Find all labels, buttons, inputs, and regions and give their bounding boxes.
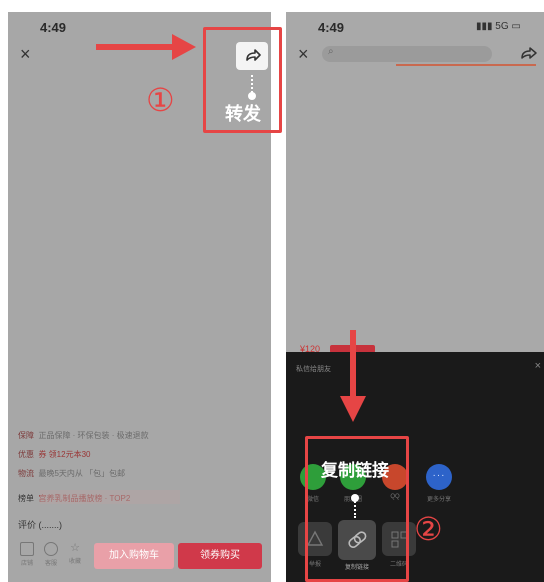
status-time: 4:49 (40, 20, 67, 35)
share-more[interactable]: ··· (426, 464, 452, 490)
ranking-bg (40, 490, 180, 504)
bottom-store[interactable]: 店铺 (14, 542, 40, 567)
share-arrow-icon[interactable] (518, 44, 540, 62)
bottom-favorite[interactable]: ☆ 收藏 (62, 542, 88, 565)
arrow-1 (96, 34, 196, 60)
row-shipping: 物流 最晚5天内从 「包」包邮 (18, 469, 126, 478)
close-icon[interactable]: × (20, 44, 31, 65)
sheet-close-icon[interactable]: × (535, 360, 541, 372)
search-icon: ⌕ (328, 46, 334, 57)
status-time: 4:49 (318, 20, 345, 35)
add-to-cart-button[interactable]: 加入购物车 (94, 543, 174, 569)
sheet-title: 私信给朋友 (296, 366, 331, 373)
more-icon: ··· (432, 470, 446, 481)
store-icon (20, 542, 34, 556)
close-icon[interactable]: × (298, 44, 309, 65)
share-more-label: 更多分享 (426, 497, 451, 503)
highlight-share-box (203, 27, 282, 133)
star-icon: ☆ (70, 542, 80, 554)
search-bar[interactable]: ⌕ (322, 46, 492, 62)
row-coupon[interactable]: 优惠 券 领12元本30 (18, 449, 90, 460)
bottom-service[interactable]: 客服 (38, 542, 64, 567)
orange-bar (396, 64, 536, 66)
service-icon (44, 542, 58, 556)
arrow-2 (340, 330, 366, 422)
signal-status: ▮▮▮ 5G ▭ (476, 21, 521, 32)
step-marker-1: ① (146, 82, 175, 118)
step-marker-2: ② (414, 511, 443, 547)
row-guarantee: 保障 正品保障 · 环保包装 · 极速退款 (18, 431, 149, 440)
reviews-heading[interactable]: 评价 (.......) (18, 518, 62, 531)
buy-button[interactable]: 领券购买 (178, 543, 262, 569)
highlight-copy-link-box (305, 436, 409, 582)
